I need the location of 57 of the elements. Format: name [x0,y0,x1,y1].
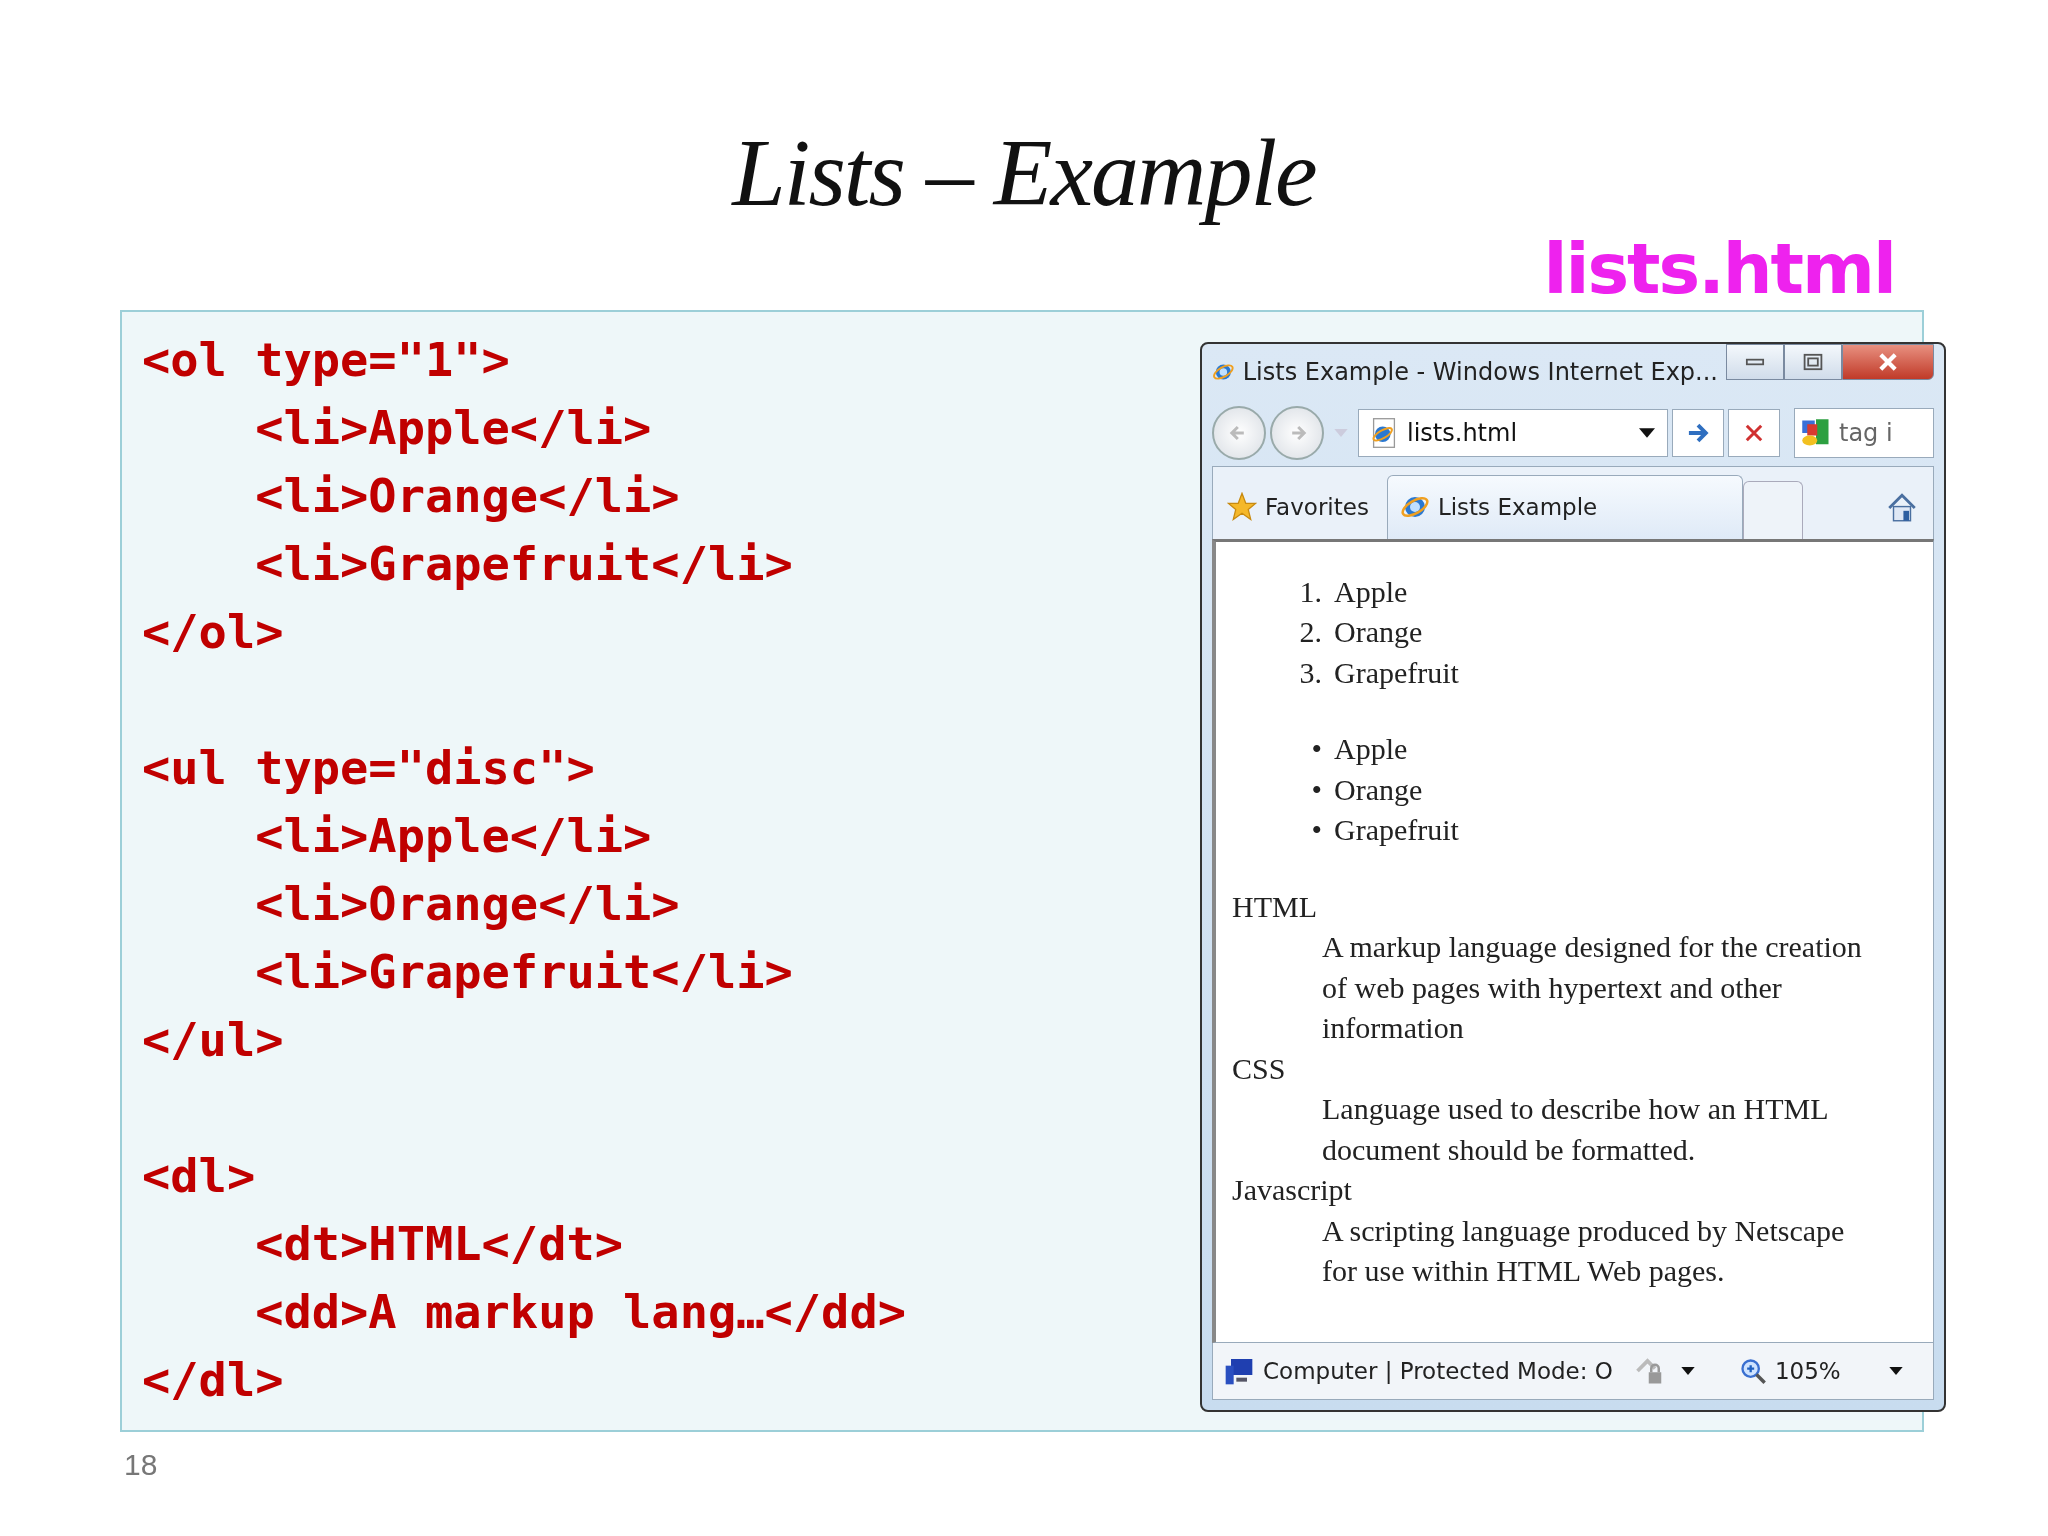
search-field[interactable]: tag i [1794,407,1934,458]
list-number: 3. [1298,654,1322,691]
code-line: <li>Orange</li> [254,874,680,933]
definition-text: A markup language designed for the creation of web pages with hypertext and other information [1321,929,1863,1047]
definition-term: CSS [1232,1050,1287,1087]
list-item-text: Grapefruit [1334,654,1459,691]
definition-text: A scripting language produced by Netscape for use within HTML Web pages. [1321,1212,1846,1290]
minimize-button[interactable] [1726,343,1784,380]
search-text: tag i [1839,418,1893,447]
zoom-icon [1738,1356,1767,1385]
browser-tab[interactable]: Lists Example [1386,474,1743,539]
list-item-text: Orange [1334,614,1423,651]
star-icon [1227,491,1257,522]
definition-term: HTML [1232,888,1318,925]
code-line: </ol> [142,602,284,661]
caret-icon[interactable] [1680,1366,1695,1375]
address-text: lists.html [1407,418,1518,447]
list-number: 2. [1298,614,1322,651]
code-line: </dl> [142,1350,284,1409]
address-bar[interactable]: lists.html [1358,408,1668,457]
page-icon [1371,416,1397,449]
code-line: <dd>A markup lang…</dd> [254,1282,906,1341]
definition-term: Javascript [1232,1172,1353,1209]
list-bullet: • [1310,771,1322,808]
dropdown-caret-icon[interactable] [1639,427,1655,438]
caret-icon[interactable] [1888,1366,1903,1375]
list-item-text: Apple [1334,573,1408,610]
slide-title: Lists – Example [730,120,1317,226]
page-number: 18 [124,1448,158,1482]
definition-text: Language used to describe how an HTML document should be formatted. [1321,1091,1829,1168]
zoom-level[interactable]: 105% [1774,1357,1841,1384]
maximize-button[interactable] [1784,343,1842,380]
code-line: <li>Grapefruit</li> [254,942,793,1001]
code-line: <ul type="disc"> [142,738,595,797]
code-line: <li>Apple</li> [254,806,652,865]
list-number: 1. [1298,573,1322,610]
file-label: lists.html [1543,233,1895,304]
window-title: Lists Example - Windows Internet Exp... [1242,357,1718,386]
code-line: <li>Orange</li> [254,466,680,525]
list-bullet: • [1310,812,1322,849]
list-item-text: Apple [1334,731,1408,768]
search-provider-icon [1801,417,1831,448]
code-line: </ul> [142,1010,284,1069]
list-bullet: • [1310,731,1322,768]
go-button[interactable] [1672,408,1724,457]
stop-button[interactable] [1728,408,1780,457]
code-line: <dt>HTML</dt> [254,1214,624,1273]
list-item-text: Grapefruit [1334,812,1459,849]
favorites-button[interactable]: Favorites [1213,474,1387,539]
list-item-text: Orange [1334,771,1423,808]
code-line: <li>Apple</li> [254,398,652,457]
code-line: <dl> [142,1146,256,1205]
code-line: <li>Grapefruit</li> [254,534,793,593]
code-line: <ol type="1"> [142,330,510,389]
close-button[interactable] [1842,343,1934,380]
status-text: Computer | Protected Mode: O [1263,1357,1613,1384]
maximize-icon [1801,351,1825,372]
